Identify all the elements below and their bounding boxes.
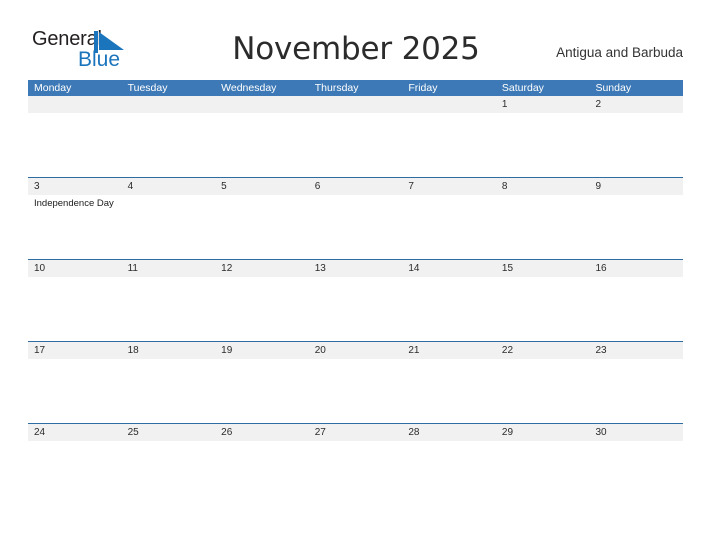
- day-cell-empty: [215, 113, 309, 177]
- week-date-band: 3456789: [28, 178, 683, 195]
- day-cell-12[interactable]: [215, 277, 309, 341]
- day-cell-5[interactable]: [215, 195, 309, 259]
- day-cell-empty: [28, 113, 122, 177]
- day-cell-27[interactable]: [309, 441, 403, 505]
- weekday-header-friday: Friday: [408, 82, 438, 94]
- day-cell-3[interactable]: Independence Day: [28, 195, 122, 259]
- day-cell-4[interactable]: [122, 195, 216, 259]
- week-date-band: 24 25 26 27 28 29 30: [28, 424, 683, 441]
- day-cell-empty: [402, 113, 496, 177]
- day-number-11[interactable]: 11: [122, 260, 216, 277]
- day-number-21[interactable]: 21: [402, 342, 496, 359]
- day-cell-26[interactable]: [215, 441, 309, 505]
- day-number-2[interactable]: 2: [589, 96, 683, 113]
- day-cell-21[interactable]: [402, 359, 496, 423]
- calendar-week-row: 3 4 5 6 7 8 9 Independence Day: [28, 177, 683, 259]
- day-number-3[interactable]: 3: [28, 178, 122, 195]
- day-number-30[interactable]: 30: [589, 424, 683, 441]
- day-cell-25[interactable]: [122, 441, 216, 505]
- day-cell-empty: [122, 113, 216, 177]
- day-cell-15[interactable]: [496, 277, 590, 341]
- day-cell-18[interactable]: [122, 359, 216, 423]
- week-event-band: [28, 441, 683, 505]
- day-number-9[interactable]: 9: [589, 178, 683, 195]
- day-number-27[interactable]: 27: [309, 424, 403, 441]
- day-number-24[interactable]: 24: [28, 424, 122, 441]
- day-cell-7[interactable]: [402, 195, 496, 259]
- calendar-week-row: 17 18 19 20 21 22 23: [28, 341, 683, 423]
- day-number-25[interactable]: 25: [122, 424, 216, 441]
- weekday-header-tuesday: Tuesday: [127, 82, 168, 94]
- day-number-14[interactable]: 14: [402, 260, 496, 277]
- week-event-band: Independence Day: [28, 195, 683, 259]
- day-cell-20[interactable]: [309, 359, 403, 423]
- day-number-5[interactable]: 5: [215, 178, 309, 195]
- day-number-4[interactable]: 4: [122, 178, 216, 195]
- day-cell-13[interactable]: [309, 277, 403, 341]
- day-number-28[interactable]: 28: [402, 424, 496, 441]
- day-cell-2[interactable]: [589, 113, 683, 177]
- week-date-band: 12: [28, 96, 683, 113]
- day-number-17[interactable]: 17: [28, 342, 122, 359]
- day-cell-10[interactable]: [28, 277, 122, 341]
- day-number-22[interactable]: 22: [496, 342, 590, 359]
- day-number-empty: [402, 96, 496, 113]
- page-header: General Blue November 2025 Antigua and B…: [0, 0, 712, 80]
- day-number-18[interactable]: 18: [122, 342, 216, 359]
- day-number-23[interactable]: 23: [589, 342, 683, 359]
- calendar-weekday-header: Monday Tuesday Wednesday Thursday Friday Satu…: [28, 80, 683, 96]
- week-event-band: [28, 277, 683, 341]
- region-label: Antigua and Barbuda: [556, 45, 683, 60]
- calendar-week-row: 24 25 26 27 28 29 30: [28, 423, 683, 505]
- day-number-19[interactable]: 19: [215, 342, 309, 359]
- day-cell-17[interactable]: [28, 359, 122, 423]
- calendar-weeks: 1 2 3 4 5 6 7 8 9 Independence Day 10 11 12 13 14 15 16 1…: [28, 96, 683, 505]
- day-number-6[interactable]: 6: [309, 178, 403, 195]
- week-event-band: [28, 359, 683, 423]
- day-number-empty: [122, 96, 216, 113]
- day-cell-1[interactable]: [496, 113, 590, 177]
- day-number-10[interactable]: 10: [28, 260, 122, 277]
- weekday-header-thursday: Thursday: [314, 82, 359, 94]
- day-number-empty: [28, 96, 122, 113]
- week-event-band: [28, 113, 683, 177]
- weekday-header-saturday: Saturday: [501, 82, 544, 94]
- day-cell-6[interactable]: [309, 195, 403, 259]
- day-cell-11[interactable]: [122, 277, 216, 341]
- day-number-12[interactable]: 12: [215, 260, 309, 277]
- day-cell-empty: [309, 113, 403, 177]
- weekday-header-monday: Monday: [34, 82, 72, 94]
- day-number-13[interactable]: 13: [309, 260, 403, 277]
- day-number-26[interactable]: 26: [215, 424, 309, 441]
- day-cell-29[interactable]: [496, 441, 590, 505]
- day-cell-28[interactable]: [402, 441, 496, 505]
- day-cell-9[interactable]: [589, 195, 683, 259]
- day-cell-24[interactable]: [28, 441, 122, 505]
- day-cell-14[interactable]: [402, 277, 496, 341]
- weekday-header-sunday: Sunday: [595, 82, 632, 94]
- day-number-8[interactable]: 8: [496, 178, 590, 195]
- day-cell-16[interactable]: [589, 277, 683, 341]
- day-number-7[interactable]: 7: [402, 178, 496, 195]
- day-cell-30[interactable]: [589, 441, 683, 505]
- day-number-20[interactable]: 20: [309, 342, 403, 359]
- day-cell-22[interactable]: [496, 359, 590, 423]
- weekday-header-wednesday: Wednesday: [221, 82, 277, 94]
- day-number-16[interactable]: 16: [589, 260, 683, 277]
- day-cell-8[interactable]: [496, 195, 590, 259]
- holiday-label: Independence Day: [34, 198, 114, 209]
- day-number-empty: [215, 96, 309, 113]
- calendar-grid: Monday Tuesday Wednesday Thursday Friday Satu…: [28, 80, 683, 505]
- calendar-week-row: 10 11 12 13 14 15 16: [28, 259, 683, 341]
- day-cell-23[interactable]: [589, 359, 683, 423]
- day-number-1[interactable]: 1: [496, 96, 590, 113]
- week-date-band: 17 18 19 20 21 22 23: [28, 342, 683, 359]
- day-number-empty: [309, 96, 403, 113]
- calendar-week-row: 12: [28, 96, 683, 177]
- day-cell-19[interactable]: [215, 359, 309, 423]
- day-number-29[interactable]: 29: [496, 424, 590, 441]
- week-date-band: 10 11 12 13 14 15 16: [28, 260, 683, 277]
- day-number-15[interactable]: 15: [496, 260, 590, 277]
